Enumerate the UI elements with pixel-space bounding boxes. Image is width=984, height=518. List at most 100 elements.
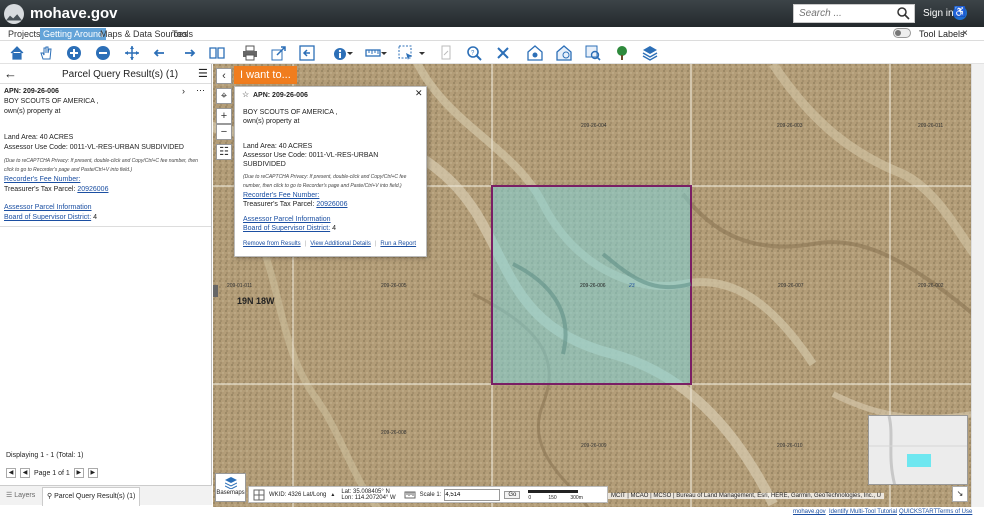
search-input[interactable] [794, 5, 894, 22]
chevron-right-icon[interactable]: › [182, 86, 185, 96]
footer-quickstart-link[interactable]: QUICKSTART [899, 509, 937, 515]
parcel-label: 209-26-003 [777, 123, 803, 129]
parcel-label: 209-26-004 [581, 123, 607, 129]
view-details-link[interactable]: View Additional Details [310, 240, 371, 249]
previous-extent-icon[interactable] [152, 45, 168, 61]
wkid-dropdown-icon[interactable]: ▲ [330, 492, 335, 498]
find-icon[interactable]: ? [466, 45, 482, 61]
layers-icon: ☰ [6, 492, 13, 499]
clear-selection-icon[interactable] [438, 45, 454, 61]
tab-parcel-query[interactable]: ⚲ Parcel Query Result(s) (1) [42, 487, 141, 506]
prev-page-icon[interactable]: ◀ [20, 468, 30, 478]
identify-dropdown-icon[interactable] [346, 45, 354, 61]
result-owner: BOY SCOUTS OF AMERICA , [4, 98, 99, 105]
tree-icon[interactable] [614, 45, 630, 61]
next-extent-icon[interactable] [181, 45, 197, 61]
panel-header: ← Parcel Query Result(s) (1) ☰ [0, 64, 211, 84]
pan-hand-icon[interactable] [38, 45, 54, 61]
share-icon[interactable] [271, 45, 287, 61]
scale-tick: 300m [570, 494, 583, 501]
map-zoom-in-icon[interactable]: + [216, 108, 232, 124]
scale-input[interactable] [444, 488, 501, 501]
map-search-icon[interactable] [585, 45, 601, 61]
search-results-icon: ⚲ [47, 493, 53, 500]
more-options-icon[interactable]: ⋯ [196, 85, 205, 95]
measure-dropdown-icon[interactable] [380, 45, 388, 61]
parcel-label: 209-26-010 [777, 443, 803, 449]
select-features-icon[interactable] [398, 45, 414, 61]
select-dropdown-icon[interactable] [418, 45, 426, 61]
search-box [793, 4, 915, 23]
next-page-icon[interactable]: ▶ [73, 468, 84, 478]
print-icon[interactable] [242, 45, 258, 61]
popup-treasurer-label: Treasurer's Tax Parcel: [243, 201, 315, 208]
popup-close-icon[interactable]: ✕ [415, 89, 423, 98]
geolocate-icon[interactable]: ⌖ [216, 88, 232, 104]
address-search-icon[interactable] [556, 45, 572, 61]
footer-terms-link[interactable]: Terms of Use [937, 509, 972, 515]
tool-labels-label: Tool Labels [919, 29, 965, 39]
page-footer: mohave.gov Identify Multi-Tool Tutorial … [0, 507, 984, 518]
zoom-in-icon[interactable] [66, 45, 82, 61]
recorder-fee-link[interactable]: Recorder's Fee Number: [4, 175, 207, 185]
measure-icon[interactable] [365, 45, 381, 61]
popup-board-value: 4 [332, 225, 337, 232]
map-scrollbar[interactable] [971, 64, 984, 507]
tab-layers[interactable]: ☰ Layers [6, 491, 35, 499]
panel-splitter-handle[interactable] [213, 285, 218, 297]
page-indicator: Page 1 of 1 [34, 469, 70, 477]
popup-treasurer-link[interactable]: 20926006 [316, 201, 347, 208]
remove-from-results-link[interactable]: Remove from Results [243, 240, 301, 249]
overview-toggle-icon[interactable]: ↘ [952, 486, 968, 502]
board-district-link[interactable]: Board of Supervisor District: [4, 214, 91, 221]
tool-labels-toggle[interactable] [893, 28, 911, 38]
menu-projects[interactable]: Projects [8, 29, 41, 39]
footer-mohave-link[interactable]: mohave.gov [793, 509, 826, 515]
signin-link[interactable]: Sign in [923, 8, 954, 19]
basemaps-button[interactable]: Basemaps [215, 473, 246, 502]
township-label: 19N 18W [237, 296, 275, 306]
i-want-to-button[interactable]: I want to... [234, 66, 297, 84]
footer-tutorial-link[interactable]: Identify Multi-Tool Tutorial [829, 509, 897, 515]
list-view-icon[interactable]: ☰ [198, 67, 208, 80]
layers-tool-icon[interactable] [642, 45, 658, 61]
coordinate-system-icon[interactable] [253, 489, 265, 501]
search-icon[interactable] [897, 7, 910, 20]
wkid-selector[interactable]: WKID: 4326 Lat/Long [269, 492, 326, 498]
first-page-icon[interactable]: ◀ [6, 468, 16, 478]
bookmarks-icon[interactable] [209, 45, 225, 61]
result-item[interactable]: APN: 209-26-006 › ⋯ BOY SCOUTS OF AMERIC… [0, 84, 211, 230]
back-arrow-icon[interactable]: ← [4, 66, 17, 81]
export-icon[interactable] [299, 45, 315, 61]
map-bookmark-icon[interactable]: ☷ [216, 144, 232, 160]
map-zoom-out-icon[interactable]: − [216, 124, 232, 140]
favorite-star-icon[interactable]: ☆ [242, 90, 249, 99]
parcel-search-icon[interactable] [527, 45, 543, 61]
result-note: (Due to reCAPTCHA Privacy: If present, d… [4, 158, 198, 173]
overview-map[interactable] [868, 415, 968, 485]
zoom-out-icon[interactable] [95, 45, 111, 61]
close-menu-icon[interactable]: × [962, 28, 968, 39]
popup-assessor-link[interactable]: Assessor Parcel Information [243, 215, 418, 224]
popup-actions: Remove from Results | View Additional De… [243, 240, 416, 249]
popup-recorder-fee-link[interactable]: Recorder's Fee Number: [243, 191, 418, 200]
panel-title: Parcel Query Result(s) (1) [62, 69, 179, 80]
last-page-icon[interactable]: ▶ [87, 468, 98, 478]
parcel-label: 209-26-008 [381, 430, 407, 436]
run-report-link[interactable]: Run a Report [380, 240, 416, 249]
full-extent-icon[interactable] [124, 45, 140, 61]
basemaps-label: Basemaps [216, 490, 245, 496]
collapse-panel-icon[interactable]: ‹ [216, 68, 232, 84]
result-apn: APN: 209-26-006 [4, 88, 59, 95]
assessor-info-link[interactable]: Assessor Parcel Information [4, 203, 207, 213]
clear-graphics-icon[interactable] [495, 45, 511, 61]
scale-go-button[interactable]: Go [504, 490, 521, 499]
site-logo[interactable]: mohave.gov [4, 3, 118, 24]
menu-tools[interactable]: Tools [172, 29, 193, 39]
menu-getting-around[interactable]: Getting Around [40, 28, 107, 40]
popup-board-link[interactable]: Board of Supervisor District: [243, 225, 330, 232]
accessibility-icon[interactable]: ♿ [953, 6, 967, 20]
treasurer-parcel-link[interactable]: 20926006 [77, 186, 108, 193]
home-icon[interactable] [9, 45, 25, 61]
popup-use-code: Assessor Use Code: 0011-VL-RES-URBAN SUB… [243, 152, 379, 168]
